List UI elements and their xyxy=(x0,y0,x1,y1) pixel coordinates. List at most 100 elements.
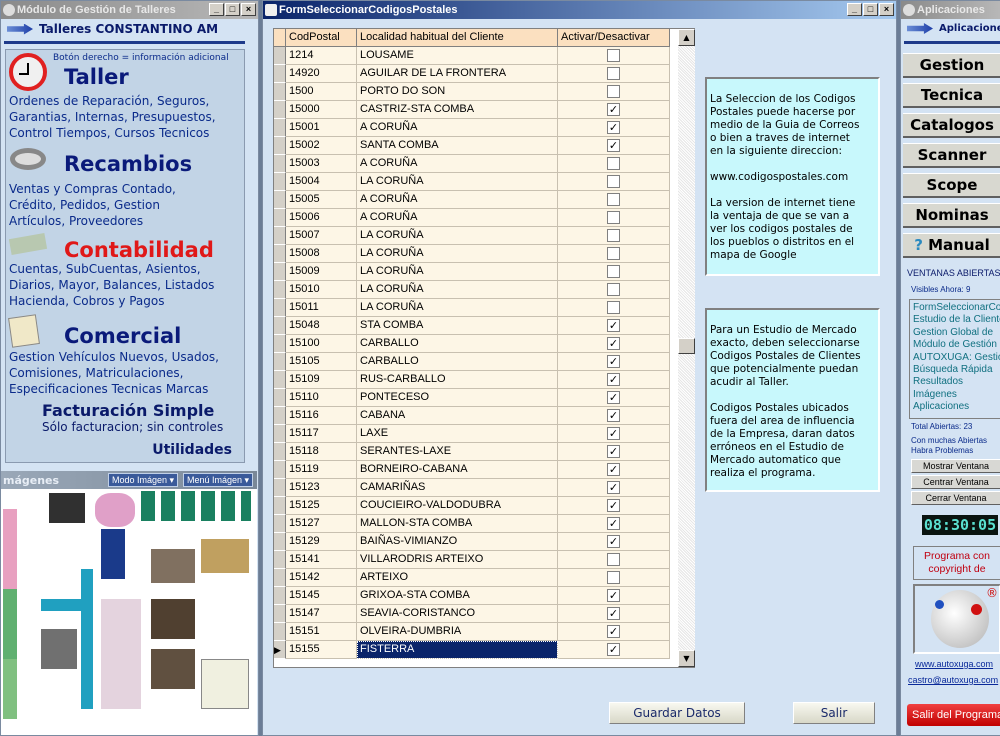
open-window-item[interactable]: Imágenes xyxy=(913,389,998,401)
table-row[interactable]: 15147 SEAVIA-CORISTANCO ✓ xyxy=(274,605,670,623)
email-link[interactable]: castro@autoxuga.com xyxy=(908,675,998,685)
cell-codpostal[interactable]: 15011 xyxy=(286,299,357,317)
open-window-item[interactable]: AUTOXUGA: Gestion xyxy=(913,352,1000,364)
row-selector[interactable] xyxy=(274,101,286,119)
row-selector[interactable] xyxy=(274,569,286,587)
cell-codpostal[interactable]: 15110 xyxy=(286,389,357,407)
open-window-item[interactable]: Estudio de la Clientela xyxy=(913,314,1000,326)
table-row[interactable]: 15125 COUCIEIRO-VALDODUBRA ✓ xyxy=(274,497,670,515)
cell-codpostal[interactable]: 15005 xyxy=(286,191,357,209)
open-window-item[interactable]: Resultados xyxy=(913,376,998,388)
activate-checkbox[interactable]: ✓ xyxy=(607,589,620,602)
activate-checkbox[interactable] xyxy=(607,553,620,566)
recambios-link[interactable]: Recambios xyxy=(64,152,192,176)
cell-localidad[interactable]: A CORUÑA xyxy=(357,209,558,227)
activate-checkbox[interactable]: ✓ xyxy=(607,319,620,332)
activate-checkbox[interactable] xyxy=(607,265,620,278)
row-selector[interactable] xyxy=(274,155,286,173)
open-windows-list[interactable]: FormSeleccionarCodigosPostalesEstudio de… xyxy=(909,299,1000,419)
activate-checkbox[interactable] xyxy=(607,175,620,188)
table-row[interactable]: 15141 VILLARODRIS ARTEIXO xyxy=(274,551,670,569)
cell-localidad[interactable]: PONTECESO xyxy=(357,389,558,407)
taller-desc[interactable]: Ordenes de Reparación, Seguros, Garantias… xyxy=(9,93,216,141)
exit-program-button[interactable]: Salir del Programa xyxy=(907,704,1000,726)
table-row[interactable]: 15117 LAXE ✓ xyxy=(274,425,670,443)
activate-checkbox[interactable] xyxy=(607,193,620,206)
cell-localidad[interactable]: LAXE xyxy=(357,425,558,443)
cell-codpostal[interactable]: 15151 xyxy=(286,623,357,641)
table-row[interactable]: 15127 MALLON-STA COMBA ✓ xyxy=(274,515,670,533)
row-selector[interactable]: ▶ xyxy=(274,641,286,659)
row-selector[interactable] xyxy=(274,335,286,353)
row-selector[interactable] xyxy=(274,515,286,533)
cell-codpostal[interactable]: 15009 xyxy=(286,263,357,281)
row-selector[interactable] xyxy=(274,425,286,443)
row-selector[interactable] xyxy=(274,371,286,389)
cell-localidad[interactable]: STA COMBA xyxy=(357,317,558,335)
table-row[interactable]: 15008 LA CORUÑA xyxy=(274,245,670,263)
table-row[interactable]: 14920 AGUILAR DE LA FRONTERA xyxy=(274,65,670,83)
center-window-button[interactable]: Centrar Ventana xyxy=(911,475,1000,489)
cell-localidad[interactable]: MALLON-STA COMBA xyxy=(357,515,558,533)
cell-localidad[interactable]: RUS-CARBALLO xyxy=(357,371,558,389)
row-selector[interactable] xyxy=(274,497,286,515)
activate-checkbox[interactable] xyxy=(607,49,620,62)
app-catalogos-button[interactable]: Catalogos xyxy=(903,113,1000,138)
vertical-scrollbar[interactable]: ▲ ▼ xyxy=(678,29,695,667)
table-row[interactable]: 15010 LA CORUÑA xyxy=(274,281,670,299)
cell-codpostal[interactable]: 15129 xyxy=(286,533,357,551)
cell-codpostal[interactable]: 15002 xyxy=(286,137,357,155)
app-manual-button[interactable]: ? Manual xyxy=(903,233,1000,258)
cell-localidad[interactable]: CARBALLO xyxy=(357,335,558,353)
activate-checkbox[interactable]: ✓ xyxy=(607,445,620,458)
table-row[interactable]: 15105 CARBALLO ✓ xyxy=(274,353,670,371)
cell-localidad[interactable]: OLVEIRA-DUMBRIA xyxy=(357,623,558,641)
cell-localidad[interactable]: LA CORUÑA xyxy=(357,173,558,191)
row-selector[interactable] xyxy=(274,587,286,605)
close-button[interactable]: × xyxy=(879,3,894,16)
cell-localidad[interactable]: PORTO DO SON xyxy=(357,83,558,101)
row-selector[interactable] xyxy=(274,209,286,227)
row-selector[interactable] xyxy=(274,263,286,281)
activate-checkbox[interactable]: ✓ xyxy=(607,139,620,152)
cell-codpostal[interactable]: 15123 xyxy=(286,479,357,497)
activate-checkbox[interactable]: ✓ xyxy=(607,463,620,476)
cell-codpostal[interactable]: 15127 xyxy=(286,515,357,533)
open-window-item[interactable]: FormSeleccionarCodigosPostales xyxy=(913,302,1000,314)
cell-codpostal[interactable]: 15145 xyxy=(286,587,357,605)
row-selector[interactable] xyxy=(274,191,286,209)
activate-checkbox[interactable] xyxy=(607,283,620,296)
images-collage[interactable] xyxy=(1,489,257,735)
cell-localidad[interactable]: LA CORUÑA xyxy=(357,281,558,299)
cell-codpostal[interactable]: 15117 xyxy=(286,425,357,443)
cell-codpostal[interactable]: 15109 xyxy=(286,371,357,389)
table-row[interactable]: 15004 LA CORUÑA xyxy=(274,173,670,191)
cell-codpostal[interactable]: 15155 xyxy=(286,641,357,659)
row-selector[interactable] xyxy=(274,551,286,569)
facturacion-link[interactable]: Facturación Simple xyxy=(42,401,214,420)
activate-checkbox[interactable]: ✓ xyxy=(607,481,620,494)
activate-checkbox[interactable] xyxy=(607,157,620,170)
close-window-button[interactable]: Cerrar Ventana xyxy=(911,491,1000,505)
open-window-item[interactable]: Búsqueda Rápida xyxy=(913,364,998,376)
table-row[interactable]: 15145 GRIXOA-STA COMBA ✓ xyxy=(274,587,670,605)
cell-codpostal[interactable]: 15142 xyxy=(286,569,357,587)
table-row[interactable]: 15007 LA CORUÑA xyxy=(274,227,670,245)
table-row[interactable]: 15151 OLVEIRA-DUMBRIA ✓ xyxy=(274,623,670,641)
activate-checkbox[interactable]: ✓ xyxy=(607,355,620,368)
cell-localidad[interactable]: A CORUÑA xyxy=(357,191,558,209)
main-title-bar[interactable]: FormSeleccionarCodigosPostales _ □ × xyxy=(263,1,896,19)
activate-checkbox[interactable]: ✓ xyxy=(607,643,620,656)
open-window-item[interactable]: Módulo de Gestión xyxy=(913,339,998,351)
table-row[interactable]: 1214 LOUSAME xyxy=(274,47,670,65)
cell-localidad[interactable]: GRIXOA-STA COMBA xyxy=(357,587,558,605)
cell-localidad[interactable]: CASTRIZ-STA COMBA xyxy=(357,101,558,119)
cell-localidad[interactable]: LOUSAME xyxy=(357,47,558,65)
close-button[interactable]: × xyxy=(241,3,256,16)
cell-localidad[interactable]: LA CORUÑA xyxy=(357,245,558,263)
table-row[interactable]: 15000 CASTRIZ-STA COMBA ✓ xyxy=(274,101,670,119)
app-nominas-button[interactable]: Nominas xyxy=(903,203,1000,228)
table-row[interactable]: 15011 LA CORUÑA xyxy=(274,299,670,317)
table-row[interactable]: 15129 BAIÑAS-VIMIANZO ✓ xyxy=(274,533,670,551)
table-row[interactable]: 15001 A CORUÑA ✓ xyxy=(274,119,670,137)
